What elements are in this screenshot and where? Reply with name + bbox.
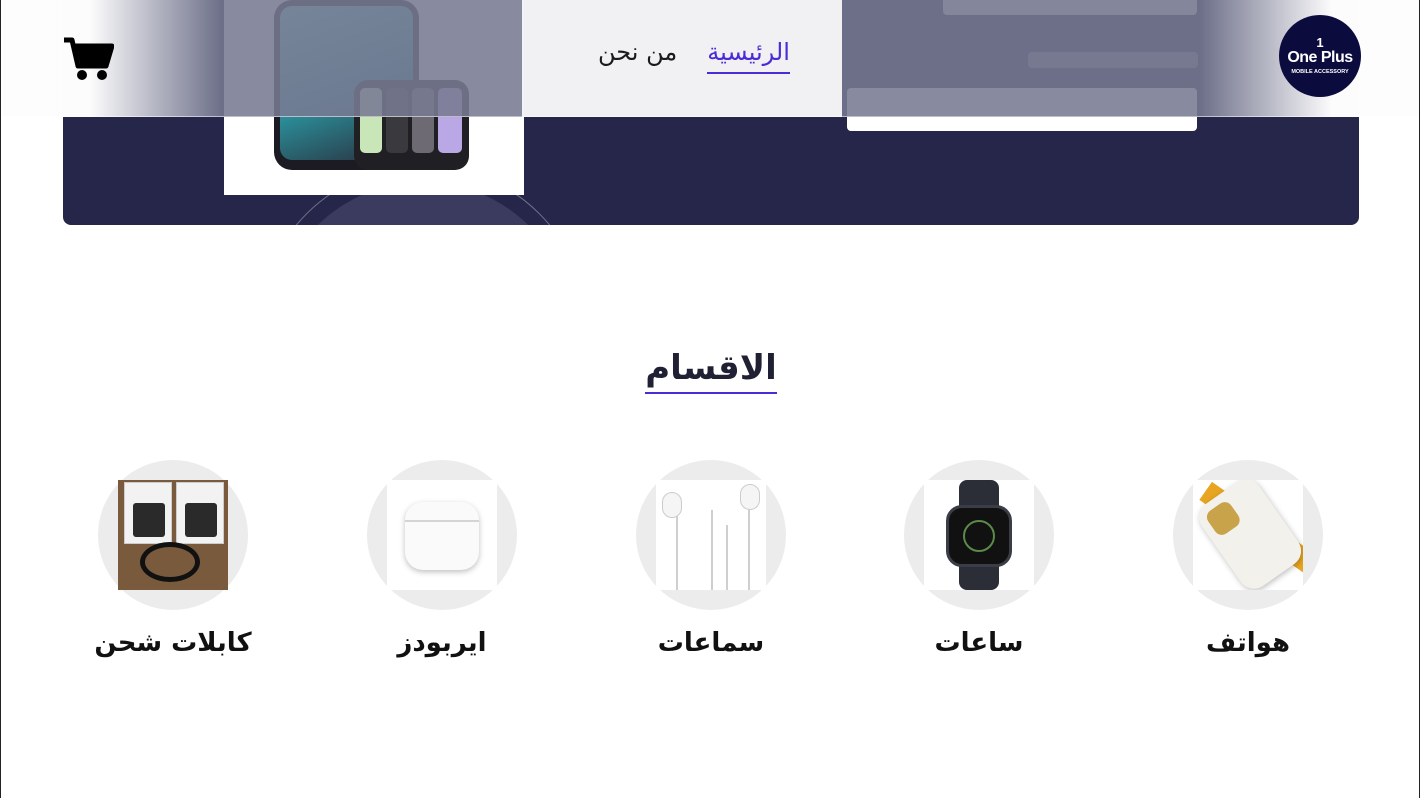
logo-brand: One Plus [1287, 49, 1353, 66]
category-label: سماعات [657, 628, 765, 658]
smart-watch-image [924, 480, 1034, 590]
nav-about-link[interactable]: من نحن [598, 38, 677, 74]
categories-title-text: الاقسام [645, 348, 777, 394]
category-image-frame [98, 460, 248, 610]
phone-case-image [1193, 480, 1303, 590]
category-airpods[interactable]: ايربودز [342, 460, 542, 658]
category-label: كابلات شحن [94, 628, 252, 658]
category-charging-cables[interactable]: كابلات شحن [73, 460, 273, 658]
site-header: الرئيسية من نحن 1 One Plus MOBILE ACCESS… [2, 0, 1419, 117]
logo-mark: 1 [1316, 35, 1324, 50]
logo-tagline: MOBILE ACCESSORY [1291, 69, 1349, 75]
category-watches[interactable]: ساعات [879, 460, 1079, 658]
nav-home-link[interactable]: الرئيسية [707, 38, 790, 74]
wired-earphones-image [656, 480, 766, 590]
category-image-frame [904, 460, 1054, 610]
category-label: هواتف [1206, 628, 1290, 658]
shopping-cart-icon[interactable] [62, 36, 115, 82]
categories-title: الاقسام [1, 348, 1419, 394]
category-image-frame [367, 460, 517, 610]
category-image-frame [1173, 460, 1323, 610]
brand-logo[interactable]: 1 One Plus MOBILE ACCESSORY [1279, 15, 1361, 97]
category-label: ايربودز [397, 628, 487, 658]
category-image-frame [636, 460, 786, 610]
charging-cables-image [118, 480, 228, 590]
category-label: ساعات [934, 628, 1024, 658]
main-nav: الرئيسية من نحن [598, 38, 790, 74]
airpods-image [387, 480, 497, 590]
page: الرئيسية من نحن 1 One Plus MOBILE ACCESS… [0, 0, 1420, 798]
category-earphones[interactable]: سماعات [611, 460, 811, 658]
category-phones[interactable]: هواتف [1148, 460, 1348, 658]
